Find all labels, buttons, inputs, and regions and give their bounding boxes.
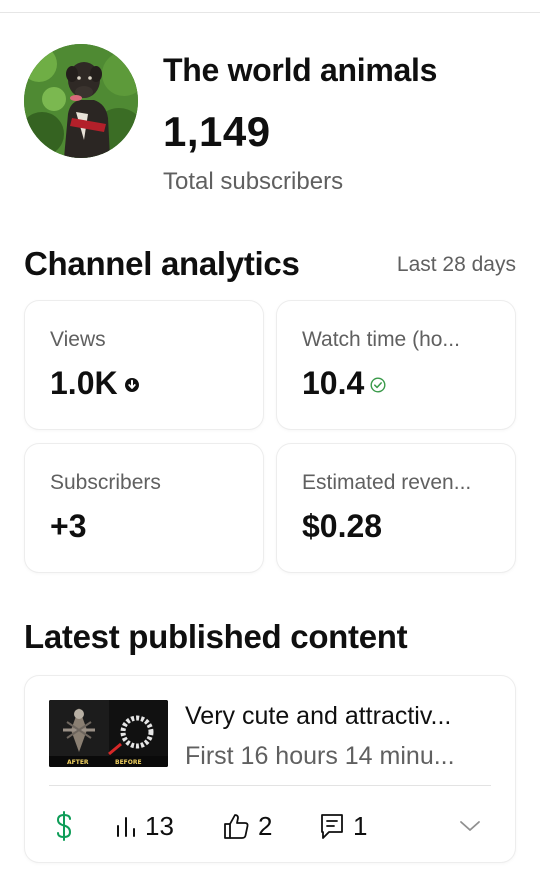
subscribers-value-row: +3 [50,508,86,545]
views-label: Views [50,328,106,351]
top-divider [0,12,540,13]
watch-time-value-row: 10.4 [302,365,386,402]
arrow-down-circle-icon [124,377,140,393]
views-value-row: 1.0K [50,365,140,402]
latest-video-card[interactable]: AFTER BEFORE Very cute and attractiv... … [25,676,515,862]
check-circle-icon [370,376,386,393]
thumbnail-before-text: BEFORE [115,759,142,766]
watch-time-value: 10.4 [302,365,365,401]
channel-name: The world animals [163,52,438,88]
channel-header: The world animals 1,149 Total subscriber… [24,42,516,202]
monetization-stat[interactable] [55,806,73,846]
revenue-label: Estimated reven... [302,471,472,494]
subscriber-label: Total subscribers [163,168,344,195]
views-count: 13 [145,810,174,841]
views-value: 1.0K [50,365,118,401]
dollar-icon [56,811,72,841]
dog-avatar-icon [24,44,138,158]
comments-count: 1 [353,810,368,841]
comments-stat[interactable]: 1 [319,806,367,846]
bar-chart-icon [117,817,135,837]
watch-time-card[interactable]: Watch time (ho... 10.4 [277,301,515,429]
watch-time-label: Watch time (ho... [302,328,460,351]
channel-avatar[interactable] [24,44,138,158]
subscriber-count: 1,149 [163,108,271,155]
thumbnail-after-text: AFTER [67,759,89,766]
subscribers-card[interactable]: Subscribers +3 [25,444,263,572]
analytics-screen: The world animals 1,149 Total subscriber… [0,0,540,883]
likes-stat[interactable]: 2 [222,806,272,846]
analytics-title: Channel analytics [24,245,300,282]
card-divider [49,785,491,786]
subscribers-value: +3 [50,508,87,544]
revenue-value: $0.28 [302,508,383,544]
likes-count: 2 [258,810,273,841]
chevron-down-icon [460,821,480,831]
expand-button[interactable] [459,806,481,846]
views-card[interactable]: Views 1.0K [25,301,263,429]
video-title[interactable]: Very cute and attractiv... [185,702,451,731]
comment-icon [321,814,343,839]
video-age: First 16 hours 14 minu... [185,742,455,770]
revenue-card[interactable]: Estimated reven... $0.28 [277,444,515,572]
views-stat[interactable]: 13 [115,806,174,846]
revenue-value-row: $0.28 [302,508,382,545]
video-stats-row: 13 2 1 [49,806,491,846]
thumbs-up-icon [224,814,249,839]
latest-content-title: Latest published content [24,618,408,655]
analytics-period: Last 28 days [396,253,516,276]
subscribers-label: Subscribers [50,471,161,494]
video-thumbnail[interactable]: AFTER BEFORE [49,700,168,767]
